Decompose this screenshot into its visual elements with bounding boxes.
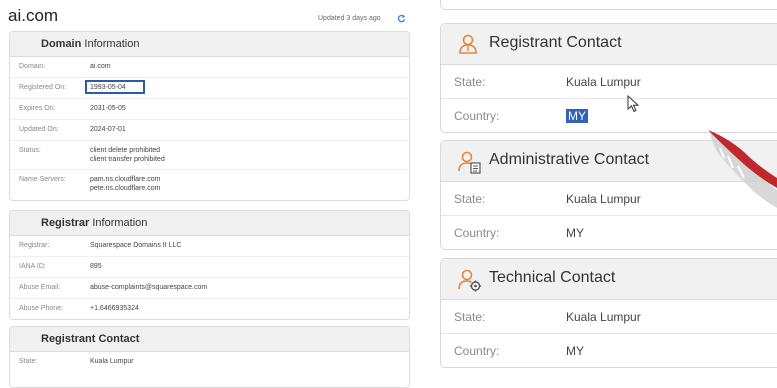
value-registered-on: 1993-05-04	[90, 84, 126, 91]
domain-information-title-suffix: Information	[84, 38, 140, 50]
refresh-icon[interactable]	[397, 14, 406, 23]
value-registrar: Squarespace Domains II LLC	[90, 242, 182, 249]
label-iana-id: IANA ID:	[19, 263, 46, 270]
technical-country-label: Country:	[454, 344, 500, 358]
row-registrant-state-small: State: Kuala Lumpur	[10, 352, 409, 372]
registrant-country-label: Country:	[454, 109, 500, 123]
previous-card-bottom	[440, 0, 777, 10]
label-expires-on: Expires On:	[19, 105, 56, 112]
technical-contact-title: Technical Contact	[489, 269, 616, 286]
technical-contact-header: Technical Contact	[441, 259, 777, 300]
registrant-contact-header-small: Registrant Contact	[10, 327, 409, 352]
registrar-information-header: Registrar Information	[10, 211, 409, 236]
administrative-country-label: Country:	[454, 226, 500, 240]
name-server-1: pam.ns.cloudflare.com	[90, 176, 161, 183]
domain-information-header: Domain Information	[10, 32, 409, 57]
name-server-2: pete.ns.cloudflare.com	[90, 185, 161, 192]
status-line-1: client delete prohibited	[90, 147, 161, 154]
value-abuse-email[interactable]: abuse-complaints@squarespace.com	[90, 284, 207, 291]
label-updated-on: Updated On:	[19, 126, 59, 133]
technical-state-value: Kuala Lumpur	[566, 310, 641, 324]
selected-country-text[interactable]: MY	[566, 109, 588, 123]
technical-state-label: State:	[454, 310, 486, 324]
row-domain: Domain: ai.com	[10, 57, 409, 78]
red-swoosh-decoration	[708, 130, 777, 208]
registrar-information-card: Registrar Information Registrar: Squares…	[9, 210, 410, 320]
row-name-servers: Name Servers: pam.ns.cloudflare.com pete…	[10, 170, 409, 200]
label-domain: Domain:	[19, 63, 46, 70]
row-abuse-email: Abuse Email: abuse-complaints@squarespac…	[10, 278, 409, 299]
label-registrar: Registrar:	[19, 242, 50, 249]
registrant-state-label: State:	[454, 75, 486, 89]
status-line-2: client transfer prohibited	[90, 156, 165, 163]
value-status: client delete prohibited client transfer…	[90, 146, 165, 164]
user-document-icon	[458, 151, 481, 174]
registrant-state-value: Kuala Lumpur	[566, 75, 641, 89]
technical-country-value: MY	[566, 344, 584, 358]
label-status: Status:	[19, 147, 41, 154]
label-name-servers: Name Servers:	[19, 176, 66, 183]
value-expires-on: 2031-05-05	[90, 105, 126, 112]
technical-state-row: State: Kuala Lumpur	[441, 300, 777, 334]
label-abuse-phone: Abuse Phone:	[19, 305, 63, 312]
updated-timestamp: Updated 3 days ago	[318, 15, 381, 22]
page-title: ai.com	[8, 6, 59, 25]
label-abuse-email: Abuse Email:	[19, 284, 61, 291]
administrative-contact-title: Administrative Contact	[489, 151, 650, 168]
value-state-small: Kuala Lumpur	[90, 358, 134, 365]
registrant-country-value: MY	[566, 109, 588, 123]
registrant-contact-card: Registrant Contact State: Kuala Lumpur C…	[440, 23, 777, 133]
value-updated-on: 2024-07-01	[90, 126, 126, 133]
mouse-cursor-icon	[627, 95, 640, 113]
technical-country-row: Country: MY	[441, 334, 777, 367]
row-registrar: Registrar: Squarespace Domains II LLC	[10, 236, 409, 257]
value-abuse-phone: +1.6466935324	[90, 305, 139, 312]
registrar-information-title-suffix: Information	[92, 217, 148, 229]
administrative-state-label: State:	[454, 192, 486, 206]
row-status: Status: client delete prohibited client …	[10, 141, 409, 170]
technical-contact-card: Technical Contact State: Kuala Lumpur Co…	[440, 258, 777, 368]
registrant-state-row: State: Kuala Lumpur	[441, 65, 777, 99]
user-gear-icon	[458, 269, 481, 292]
registrant-contact-header: Registrant Contact	[441, 24, 777, 65]
value-domain: ai.com	[90, 63, 111, 70]
registrant-contact-title: Registrant Contact	[489, 34, 622, 51]
value-name-servers: pam.ns.cloudflare.com pete.ns.cloudflare…	[90, 175, 160, 193]
row-updated-on: Updated On: 2024-07-01	[10, 120, 409, 141]
administrative-state-value: Kuala Lumpur	[566, 192, 641, 206]
row-iana-id: IANA ID: 895	[10, 257, 409, 278]
row-abuse-phone: Abuse Phone: +1.6466935324	[10, 299, 409, 319]
registrar-information-title: Registrar	[41, 217, 90, 229]
label-registered-on: Registered On:	[19, 84, 67, 91]
row-expires-on: Expires On: 2031-05-05	[10, 99, 409, 120]
user-icon	[459, 34, 477, 54]
label-state-small: State:	[19, 358, 38, 365]
domain-information-card: Domain Information Domain: ai.com Regist…	[9, 31, 410, 201]
administrative-country-row: Country: MY	[441, 216, 777, 249]
administrative-country-value: MY	[566, 226, 584, 240]
domain-information-title: Domain	[41, 38, 82, 50]
value-iana-id: 895	[90, 263, 102, 270]
row-registered-on: Registered On: 1993-05-04	[10, 78, 409, 99]
